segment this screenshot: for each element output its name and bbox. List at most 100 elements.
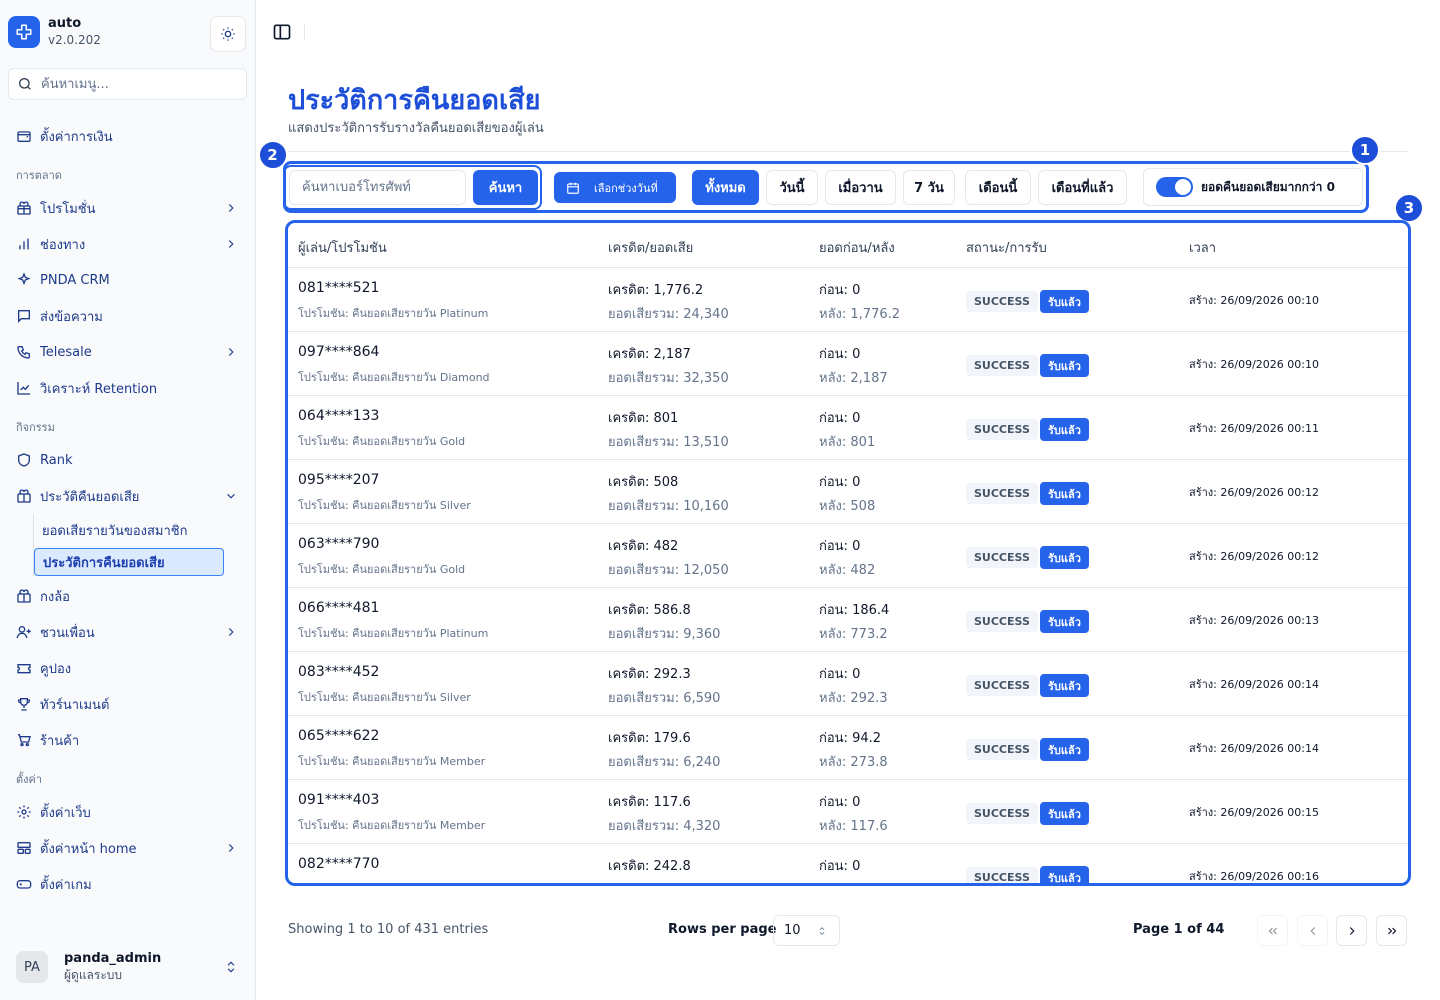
- column-header-status[interactable]: สถานะ/การรับ: [966, 237, 1047, 258]
- balance-after: หลัง: 482: [819, 563, 876, 578]
- claimed-badge: รับแล้ว: [1040, 546, 1089, 569]
- claimed-badge: รับแล้ว: [1040, 738, 1089, 761]
- table-row[interactable]: 065****622 โปรโมชัน: คืนยอดเสียรายวัน Mem…: [288, 716, 1408, 780]
- created-time: สร้าง: 26/09/2026 00:11: [1189, 422, 1319, 435]
- column-header-credit[interactable]: เครดิต/ยอดเสีย: [608, 237, 693, 258]
- divider: [304, 24, 305, 40]
- promotion-name: โปรโมชัน: คืนยอดเสียรายวัน Platinum: [298, 627, 489, 640]
- player-phone: 066****481: [298, 600, 380, 616]
- main-content: ประวัติการคืนยอดเสีย แสดงประวัติการรับรา…: [256, 0, 1440, 1000]
- chevrons-up-down-icon: [227, 961, 235, 973]
- filter-chip-7days[interactable]: 7 วัน: [903, 170, 955, 205]
- sidebar-item-referral[interactable]: ชวนเพื่อน: [0, 614, 256, 650]
- sidebar-item-crm[interactable]: PNDA CRM: [0, 262, 256, 298]
- table-row[interactable]: 082****770 โปรโมชัน: คืนยอดเสียรายวัน Gol…: [288, 844, 1408, 883]
- page-subtitle: แสดงประวัติการรับรางวัลคืนยอดเสียของผู้เ…: [288, 121, 544, 136]
- table-row[interactable]: 095****207 โปรโมชัน: คืนยอดเสียรายวัน Sil…: [288, 460, 1408, 524]
- prev-page-button[interactable]: [1297, 915, 1328, 946]
- table-row[interactable]: 064****133 โปรโมชัน: คืนยอดเสียรายวัน Gol…: [288, 396, 1408, 460]
- sidebar-subitem-cashback-history[interactable]: ประวัติการคืนยอดเสีย: [34, 548, 224, 576]
- date-range-button[interactable]: เลือกช่วงวันที่: [554, 172, 676, 203]
- credit-amount: เครดิต: 508: [608, 475, 679, 490]
- next-page-button[interactable]: [1336, 915, 1367, 946]
- history-table: ผู้เล่น/โปรโมชัน เครดิต/ยอดเสีย ยอดก่อน/…: [285, 220, 1411, 886]
- promotion-name: โปรโมชัน: คืนยอดเสียรายวัน Platinum: [298, 307, 489, 320]
- app-name: auto: [48, 16, 82, 31]
- theme-toggle-button[interactable]: [210, 16, 246, 52]
- sidebar-item-telesale[interactable]: Telesale: [0, 334, 256, 370]
- sidebar-item-label: คูปอง: [40, 661, 72, 677]
- sidebar-item-coupon[interactable]: คูปอง: [0, 650, 256, 686]
- sidebar-item-message[interactable]: ส่งข้อความ: [0, 298, 256, 334]
- rows-per-page-select[interactable]: 10: [773, 915, 840, 946]
- claimed-badge: รับแล้ว: [1040, 354, 1089, 377]
- sidebar-item-wheel[interactable]: กงล้อ: [0, 578, 256, 614]
- user-plus-icon: [16, 626, 31, 639]
- filter-chip-this-month[interactable]: เดือนนี้: [965, 170, 1031, 205]
- promotion-name: โปรโมชัน: คืนยอดเสียรายวัน Gold: [298, 563, 466, 576]
- last-page-button[interactable]: [1376, 915, 1407, 946]
- sidebar-item-shop[interactable]: ร้านค้า: [0, 722, 256, 758]
- filter-chip-today[interactable]: วันนี้: [766, 170, 818, 205]
- brand[interactable]: auto v2.0.202: [8, 16, 101, 48]
- filter-chip-last-month[interactable]: เดือนที่แล้ว: [1038, 170, 1127, 205]
- sidebar-item-channel[interactable]: ช่องทาง: [0, 226, 256, 262]
- credit-amount: เครดิต: 117.6: [608, 795, 691, 810]
- credit-amount: เครดิต: 482: [608, 539, 679, 554]
- first-page-button[interactable]: [1257, 915, 1288, 946]
- gift-icon: [17, 489, 31, 503]
- column-header-time[interactable]: เวลา: [1189, 237, 1216, 258]
- sidebar-item-label: วิเคราะห์ Retention: [40, 381, 158, 397]
- sidebar-item-rank[interactable]: Rank: [0, 442, 256, 478]
- table-row[interactable]: 083****452 โปรโมชัน: คืนยอดเสียรายวัน Sil…: [288, 652, 1408, 716]
- total-loss: ยอดเสียรวม: 4,430: [608, 879, 720, 883]
- sidebar-item-web-settings[interactable]: ตั้งค่าเว็บ: [0, 794, 256, 830]
- total-loss: ยอดเสียรวม: 6,240: [608, 755, 721, 770]
- phone-search-input[interactable]: [289, 170, 466, 205]
- sidebar-toggle-icon[interactable]: [272, 22, 292, 42]
- sidebar-subitem-daily-loss[interactable]: ยอดเสียรายวันของสมาชิก: [34, 514, 256, 546]
- sidebar-item-finance-settings[interactable]: ตั้งค่าการเงิน: [0, 118, 256, 154]
- sidebar-item-label: ร้านค้า: [40, 733, 80, 749]
- sidebar-item-tournament[interactable]: ทัวร์นาเมนต์: [0, 686, 256, 722]
- table-row[interactable]: 097****864 โปรโมชัน: คืนยอดเสียรายวัน Dia…: [288, 332, 1408, 396]
- sidebar-item-label: Rank: [40, 452, 73, 468]
- search-button[interactable]: ค้นหา: [473, 170, 538, 205]
- sidebar-item-cashback-history[interactable]: ประวัติคืนยอดเสีย: [0, 478, 256, 514]
- user-menu[interactable]: PA panda_admin ผู้ดูแลระบบ: [8, 942, 248, 992]
- positive-cashback-toggle[interactable]: ยอดคืนยอดเสียมากกว่า 0: [1143, 168, 1363, 206]
- sidebar-item-label: ตั้งค่าหน้า home: [40, 841, 137, 857]
- filter-chip-all[interactable]: ทั้งหมด: [692, 170, 759, 205]
- app-logo-icon: [8, 16, 40, 48]
- total-loss: ยอดเสียรวม: 10,160: [608, 499, 729, 514]
- table-row[interactable]: 066****481 โปรโมชัน: คืนยอดเสียรายวัน Pla…: [288, 588, 1408, 652]
- sidebar-item-retention[interactable]: วิเคราะห์ Retention: [0, 370, 256, 406]
- balance-after: หลัง: 242.8: [819, 879, 888, 883]
- balance-after: หลัง: 508: [819, 499, 876, 514]
- annotation-badge-3: 3: [1394, 193, 1424, 223]
- balance-before: ก่อน: 0: [819, 539, 861, 554]
- table-body: 081****521 โปรโมชัน: คืนยอดเสียรายวัน Pla…: [288, 268, 1408, 883]
- created-time: สร้าง: 26/09/2026 00:15: [1189, 806, 1319, 819]
- menu-search-input[interactable]: [41, 76, 221, 92]
- filter-chip-yesterday[interactable]: เมื่อวาน: [825, 170, 896, 205]
- sidebar-item-label: ตั้งค่าการเงิน: [40, 129, 113, 145]
- claimed-badge: รับแล้ว: [1040, 610, 1089, 633]
- status-badge: SUCCESS: [966, 675, 1038, 696]
- total-loss: ยอดเสียรวม: 13,510: [608, 435, 729, 450]
- column-header-balance[interactable]: ยอดก่อน/หลัง: [819, 237, 895, 258]
- sidebar-item-game-settings[interactable]: ตั้งค่าเกม: [0, 866, 256, 902]
- user-name: panda_admin: [64, 951, 162, 966]
- menu-search[interactable]: [8, 68, 247, 100]
- credit-amount: เครดิต: 179.6: [608, 731, 691, 746]
- table-row[interactable]: 063****790 โปรโมชัน: คืนยอดเสียรายวัน Gol…: [288, 524, 1408, 588]
- table-row[interactable]: 091****403 โปรโมชัน: คืนยอดเสียรายวัน Mem…: [288, 780, 1408, 844]
- toggle-switch[interactable]: [1156, 177, 1193, 197]
- balance-before: ก่อน: 0: [819, 475, 861, 490]
- column-header-player[interactable]: ผู้เล่น/โปรโมชัน: [298, 237, 387, 258]
- table-row[interactable]: 081****521 โปรโมชัน: คืนยอดเสียรายวัน Pla…: [288, 268, 1408, 332]
- total-loss: ยอดเสียรวม: 9,360: [608, 627, 721, 642]
- sidebar-item-promotion[interactable]: โปรโมชั่น: [0, 190, 256, 226]
- sidebar-item-home-settings[interactable]: ตั้งค่าหน้า home: [0, 830, 256, 866]
- claimed-badge: รับแล้ว: [1040, 866, 1089, 883]
